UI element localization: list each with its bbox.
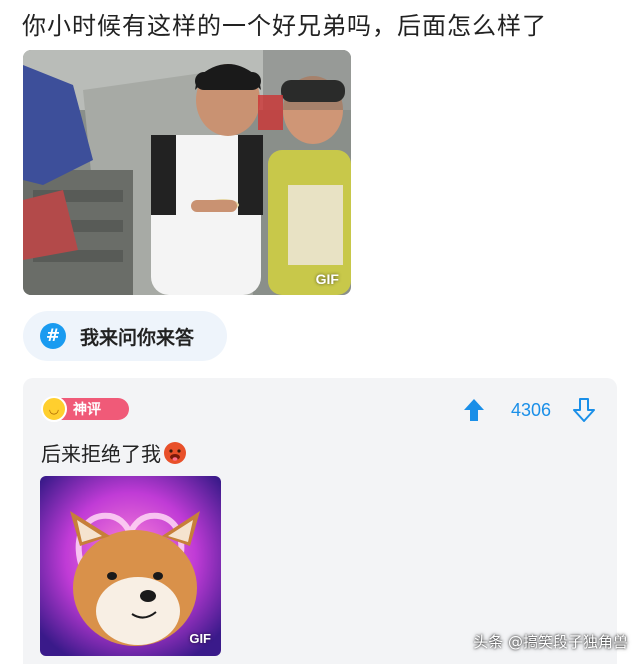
topic-tag[interactable]: # 我来问你来答 [23,311,227,361]
arrow-down-icon[interactable] [573,398,595,422]
comment-gif-image[interactable]: GIF [40,476,221,656]
badge-label: 神评 [73,402,101,418]
vote-count: 4306 [510,399,551,420]
hot-face-emoji-icon [164,441,186,464]
hashtag-icon: # [40,323,66,349]
boys-photo [23,50,351,295]
smiley-face-icon: ◡ [41,396,67,422]
shiba-dog-picture [40,476,221,656]
post-title: 你小时候有这样的一个好兄弟吗，后面怎么样了 [22,12,547,40]
comment-text: 后来拒绝了我 [41,438,187,467]
featured-comment-badge: ◡ 神评 [41,396,133,422]
gif-label: GIF [189,631,211,646]
topic-label: 我来问你来答 [80,326,195,349]
comment-body: 后来拒绝了我 [41,442,161,466]
gif-label: GIF [315,271,339,287]
arrow-up-icon[interactable] [463,398,485,422]
comment-card: ◡ 神评 4306 后来拒绝了我 GIF [23,378,617,664]
vote-controls: 4306 [463,396,595,424]
watermark: 头条 @搞笑段子独角兽 [473,633,628,651]
post-gif-image[interactable]: GIF [23,50,351,295]
